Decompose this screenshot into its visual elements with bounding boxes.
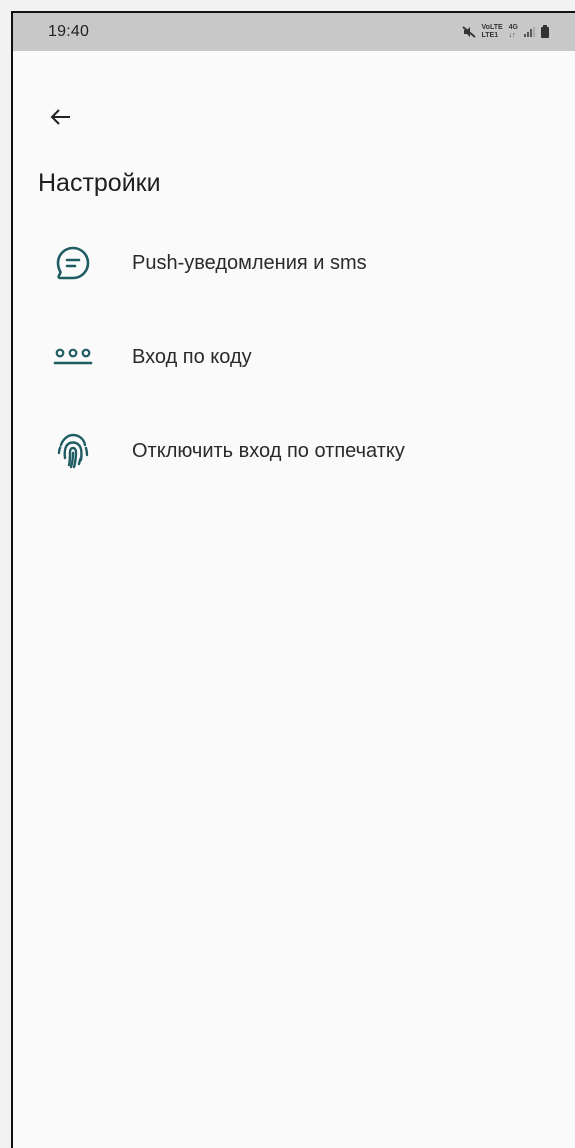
menu-item-label: Вход по коду	[132, 345, 252, 368]
status-icons: VoLTE LTE1 4G ↓↑	[461, 24, 549, 40]
battery-icon	[541, 24, 549, 38]
mute-icon	[461, 26, 476, 38]
network-type-label: 4G	[508, 24, 518, 31]
network-type-indicator: 4G ↓↑	[509, 24, 518, 40]
menu-item-label: Push-уведомления и sms	[132, 251, 367, 274]
settings-menu: Push-уведомления и sms Вход по коду Откл…	[13, 216, 575, 498]
arrow-left-icon	[50, 109, 70, 125]
volte-indicator: VoLTE LTE1	[482, 24, 503, 40]
lte-label: LTE1	[481, 32, 499, 39]
data-arrows-icon: ↓↑	[508, 32, 516, 39]
menu-item-label: Отключить вход по отпечатку	[132, 439, 405, 462]
status-bar: 19:40 VoLTE LTE1 4G ↓↑	[13, 13, 575, 51]
device-frame: 19:40 VoLTE LTE1 4G ↓↑ Настройки Push-ув…	[0, 0, 575, 1148]
chat-bubble-icon	[50, 240, 96, 286]
pin-code-icon	[50, 334, 96, 380]
menu-item-disable-fingerprint[interactable]: Отключить вход по отпечатку	[13, 404, 575, 498]
menu-item-pin-login[interactable]: Вход по коду	[13, 310, 575, 404]
app-screen: 19:40 VoLTE LTE1 4G ↓↑ Настройки Push-ув…	[11, 11, 575, 1148]
menu-item-push-notifications[interactable]: Push-уведомления и sms	[13, 216, 575, 310]
signal-icon	[524, 27, 535, 37]
volte-label: VoLTE	[481, 24, 503, 31]
page-title: Настройки	[38, 169, 161, 197]
fingerprint-icon	[50, 428, 96, 474]
status-time: 19:40	[48, 23, 90, 40]
back-button[interactable]	[43, 99, 79, 135]
